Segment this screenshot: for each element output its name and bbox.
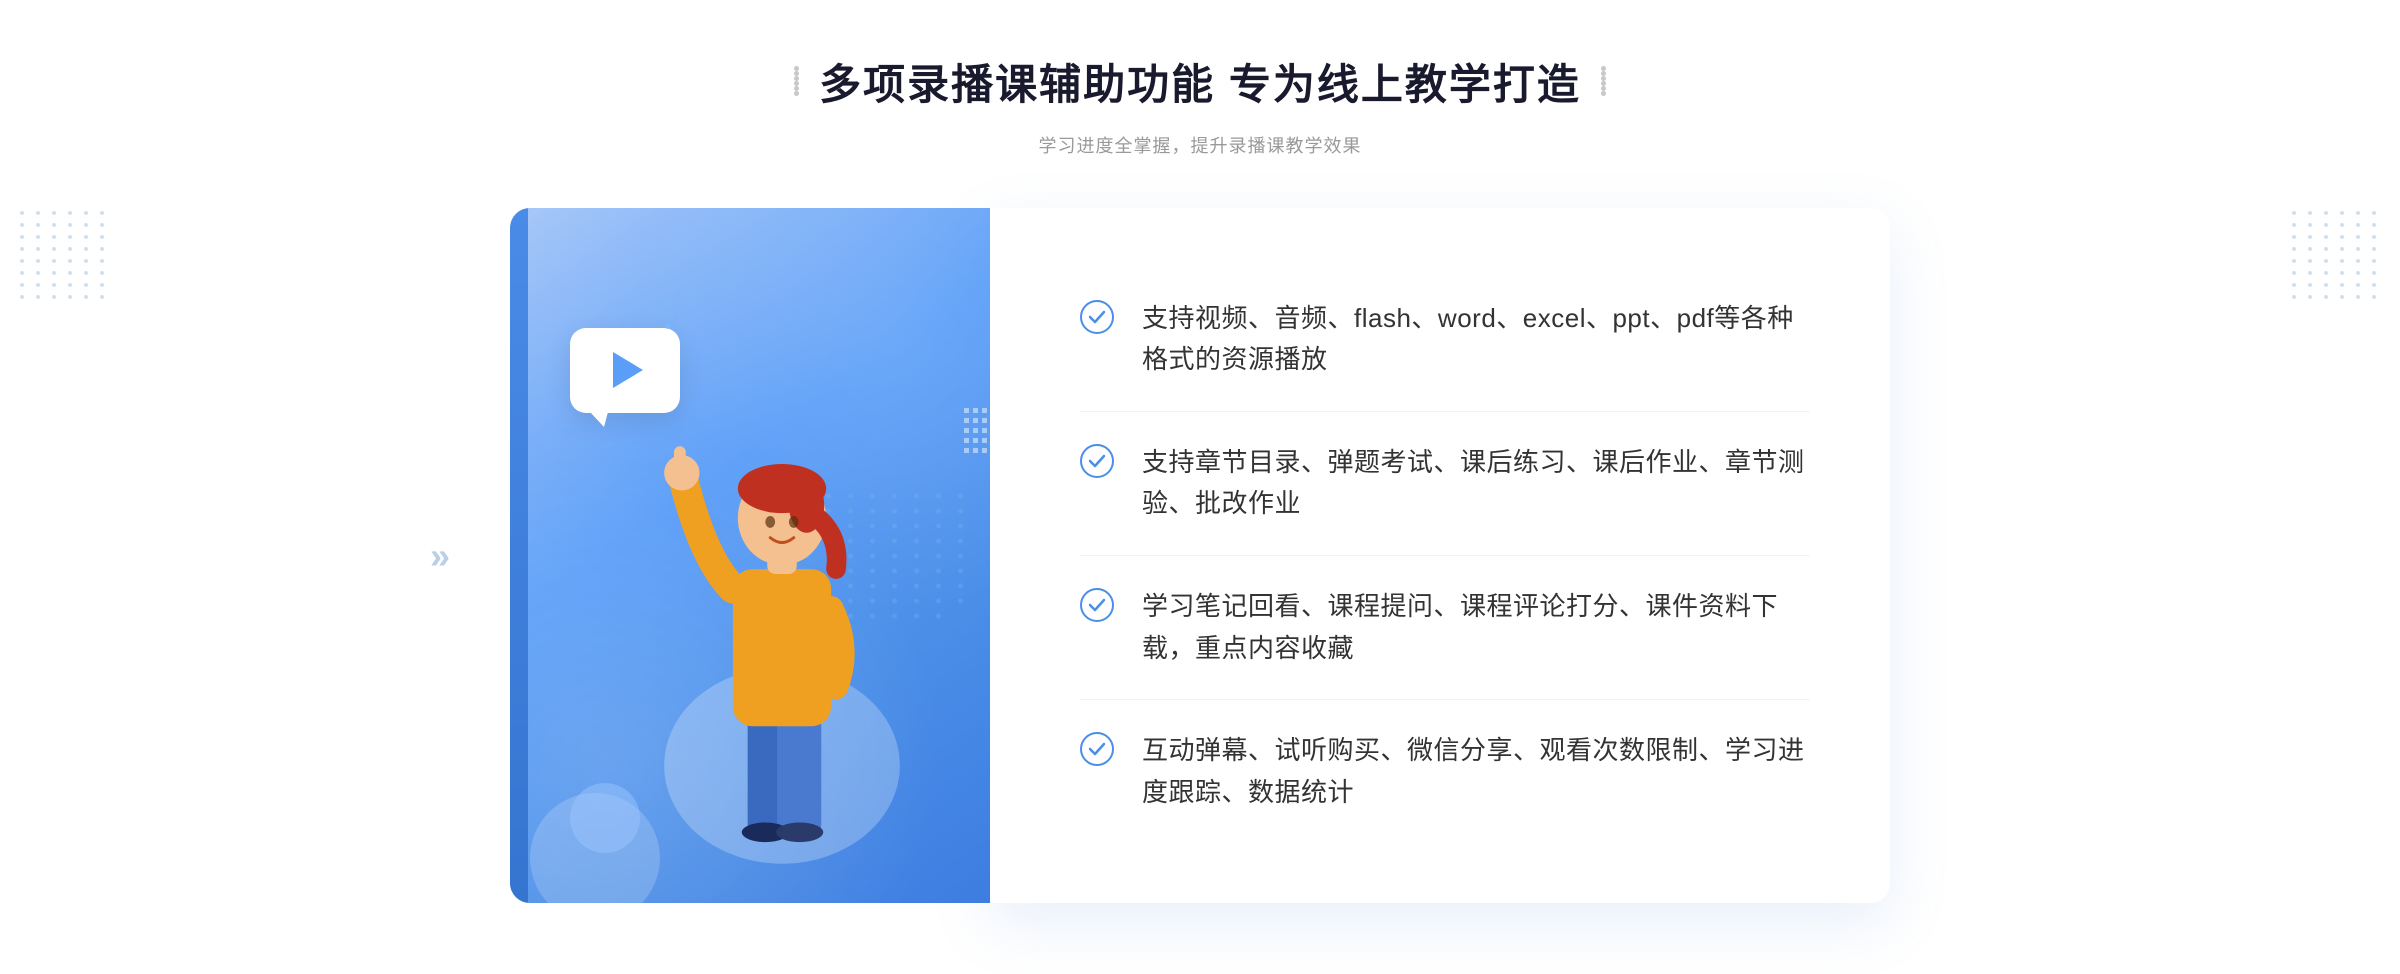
- check-icon-4: [1080, 732, 1114, 766]
- check-icon-1: [1080, 300, 1114, 334]
- left-accent-bar: [510, 208, 528, 904]
- sparkle-decoration: [665, 298, 674, 329]
- feature-item-3: 学习笔记回看、课程提问、课程评论打分、课件资料下载，重点内容收藏: [1080, 556, 1810, 700]
- stripe-decoration: [964, 408, 990, 453]
- feature-text-3: 学习笔记回看、课程提问、课程评论打分、课件资料下载，重点内容收藏: [1142, 586, 1810, 669]
- features-card: 支持视频、音频、flash、word、excel、ppt、pdf等各种格式的资源…: [990, 208, 1890, 904]
- bg-dots-right: [2292, 211, 2380, 299]
- illustration-card: [510, 208, 990, 904]
- subtitle: 学习进度全掌握，提升录播课教学效果: [1038, 132, 1361, 158]
- feature-item-2: 支持章节目录、弹题考试、课后练习、课后作业、章节测验、批改作业: [1080, 412, 1810, 556]
- check-icon-3: [1080, 588, 1114, 622]
- feature-item-1: 支持视频、音频、flash、word、excel、ppt、pdf等各种格式的资源…: [1080, 268, 1810, 412]
- title-row: 多项录播课辅助功能 专为线上教学打造: [794, 51, 1606, 112]
- right-decoration-dots: [1601, 66, 1606, 96]
- page-wrapper: 多项录播课辅助功能 专为线上教学打造 学习进度全掌握，提升录播课教学效果 »: [0, 11, 2400, 964]
- header-section: 多项录播课辅助功能 专为线上教学打造 学习进度全掌握，提升录播课教学效果: [794, 51, 1606, 158]
- main-title: 多项录播课辅助功能 专为线上教学打造: [819, 51, 1581, 112]
- feature-text-2: 支持章节目录、弹题考试、课后练习、课后作业、章节测验、批改作业: [1142, 442, 1810, 525]
- left-page-chevron: »: [430, 538, 450, 574]
- feature-item-4: 互动弹幕、试听购买、微信分享、观看次数限制、学习进度跟踪、数据统计: [1080, 700, 1810, 843]
- content-area: »: [510, 208, 1890, 904]
- left-decoration-dots: [794, 66, 799, 96]
- feature-text-1: 支持视频、音频、flash、word、excel、ppt、pdf等各种格式的资源…: [1142, 298, 1810, 381]
- feature-text-4: 互动弹幕、试听购买、微信分享、观看次数限制、学习进度跟踪、数据统计: [1142, 730, 1810, 813]
- illustration-figure: [622, 353, 942, 903]
- bg-dots-left: [20, 211, 108, 299]
- check-icon-2: [1080, 444, 1114, 478]
